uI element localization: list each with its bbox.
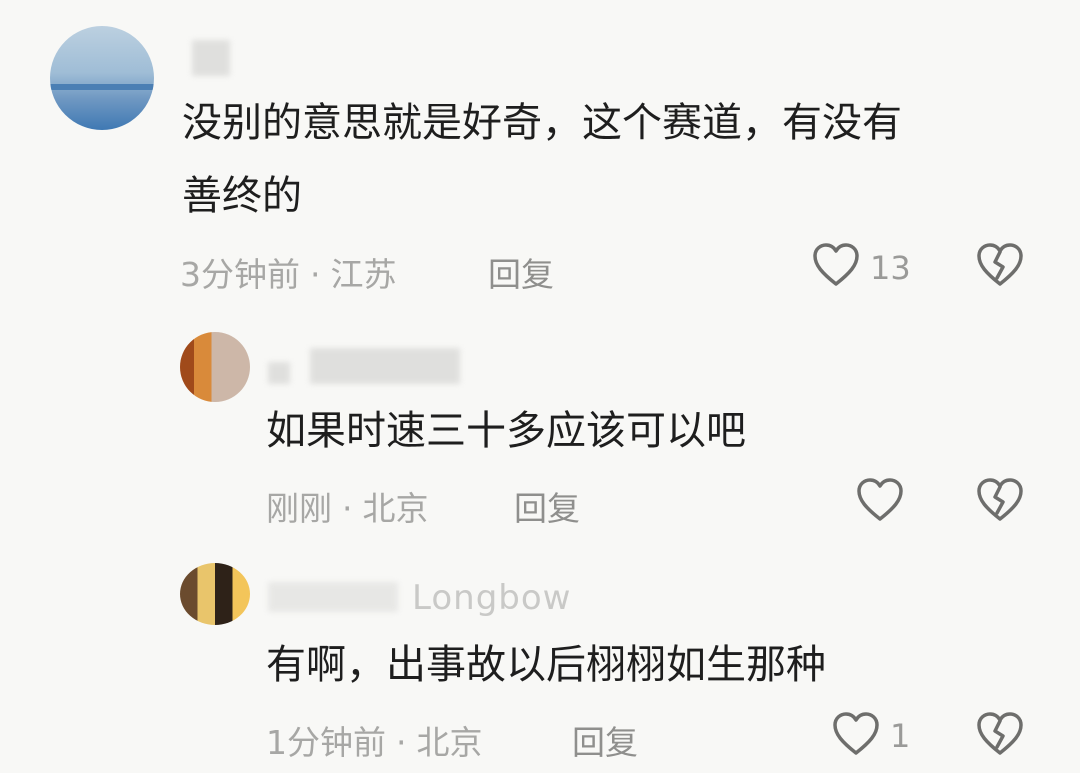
broken-heart-icon[interactable] [976,711,1024,757]
like-count: 1 [890,717,911,755]
location: 江苏 [330,255,397,294]
broken-heart-icon[interactable] [976,477,1024,523]
separator-dot: · [310,255,321,294]
username-blurred[interactable] [268,582,398,612]
heart-outline-icon[interactable] [832,711,880,757]
reply-button[interactable]: 回复 [572,716,638,764]
timestamp: 1分钟前 [266,723,386,762]
username-blurred[interactable] [192,40,230,76]
reply-button[interactable]: 回复 [514,482,580,530]
heart-outline-icon[interactable] [812,242,860,288]
comment-text-continued: 善终的 [182,173,302,219]
location: 北京 [362,489,429,528]
comment-meta: 刚刚 · 北京 [266,482,429,530]
comment-text: 如果时速三十多应该可以吧 [266,408,746,454]
timestamp: 3分钟前 [180,255,300,294]
avatar[interactable] [180,563,250,625]
reply-button[interactable]: 回复 [488,248,554,296]
comment-text: 有啊，出事故以后栩栩如生那种 [266,642,826,688]
timestamp: 刚刚 [266,489,332,528]
username-blurred[interactable] [310,348,460,384]
comment-meta: 1分钟前 · 北京 [266,716,483,764]
location: 北京 [416,723,483,762]
avatar[interactable] [50,26,154,130]
comment-meta: 3分钟前 · 江苏 [180,248,397,296]
heart-outline-icon[interactable] [856,477,904,523]
comment-text: 没别的意思就是好奇，这个赛道，有没有 [182,100,902,146]
username[interactable]: Longbow [412,578,571,618]
like-count: 13 [870,249,911,287]
username-blurred[interactable] [268,362,290,384]
avatar[interactable] [180,332,250,402]
broken-heart-icon[interactable] [976,242,1024,288]
separator-dot: · [342,489,353,528]
separator-dot: · [396,723,407,762]
